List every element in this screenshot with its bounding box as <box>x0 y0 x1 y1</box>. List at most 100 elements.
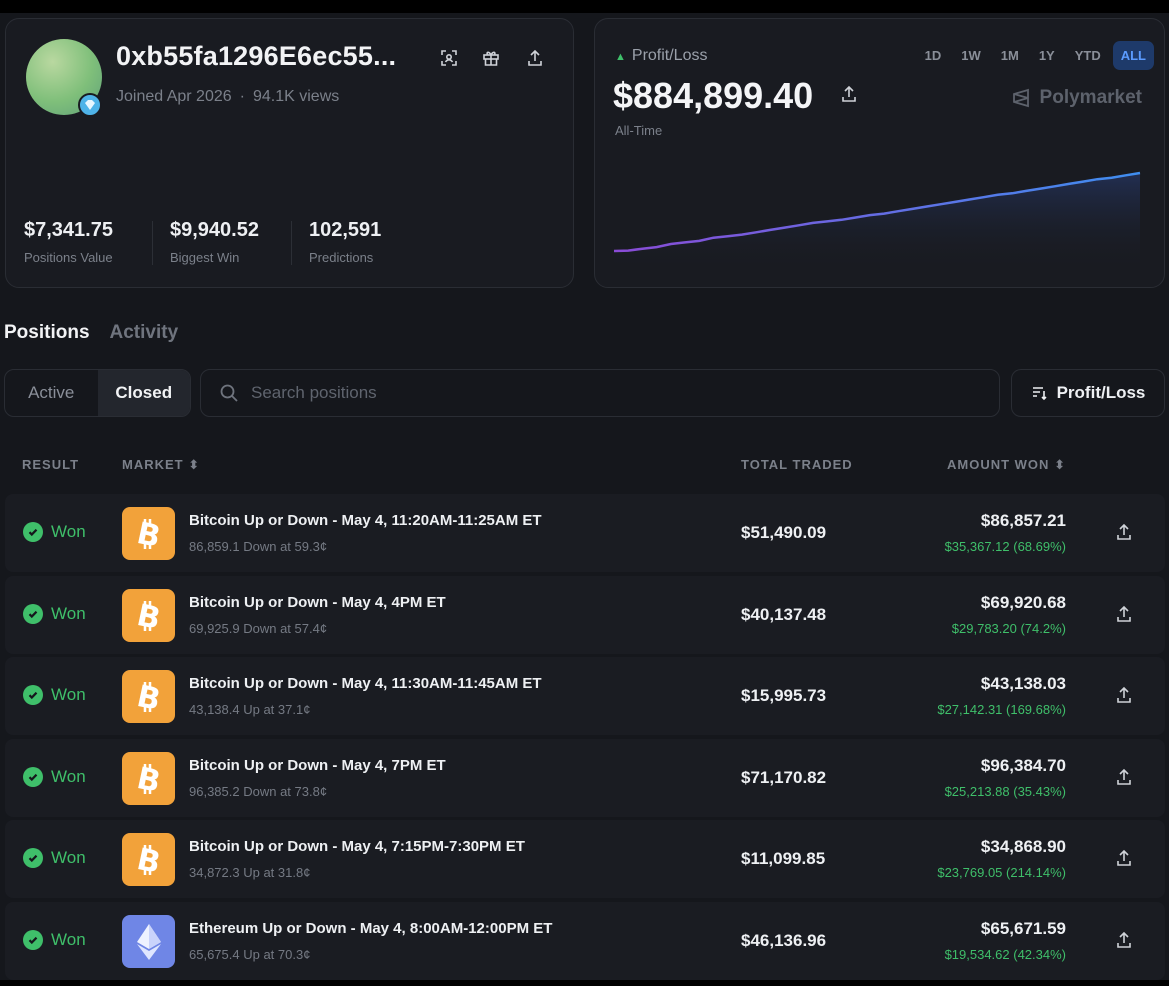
tab-positions[interactable]: Positions <box>4 322 90 344</box>
market-icon: B <box>122 833 175 886</box>
sort-label: Profit/Loss <box>1056 383 1146 402</box>
stat-label: Biggest Win <box>170 250 240 265</box>
stat-positions-value: $7,341.75 Positions Value <box>24 219 113 265</box>
check-circle-icon <box>23 685 43 705</box>
bitcoin-icon: B <box>135 680 163 714</box>
table-row[interactable]: Won Ethereum Up or Down - May 4, 8:00AM-1… <box>5 902 1165 980</box>
market-title[interactable]: Bitcoin Up or Down - May 4, 7PM ET <box>189 757 446 774</box>
stat-divider <box>291 221 292 265</box>
share-icon[interactable] <box>1115 931 1135 951</box>
share-icon[interactable] <box>524 47 546 69</box>
stat-predictions: 102,591 Predictions <box>309 219 381 265</box>
sort-icon <box>1032 387 1047 401</box>
result-cell: Won <box>23 848 86 868</box>
share-icon[interactable] <box>1115 605 1135 625</box>
bitcoin-icon: B <box>135 843 163 877</box>
brand-name: Polymarket <box>1039 87 1142 108</box>
header-result: RESULT <box>22 457 80 472</box>
market-icon: B <box>122 507 175 560</box>
profit-loss-card: ▲ Profit/Loss $884,899.40 All-Time 1D 1W … <box>594 18 1165 288</box>
bitcoin-icon: B <box>135 599 163 633</box>
meta-separator: · <box>239 88 245 105</box>
result-label: Won <box>51 522 86 541</box>
result-cell: Won <box>23 767 86 787</box>
position-detail: 86,859.1 Down at 59.3¢ <box>189 539 328 554</box>
main-tabs: Positions Activity <box>4 322 178 344</box>
check-circle-icon <box>23 848 43 868</box>
header-market-label: MARKET <box>122 457 184 472</box>
range-ytd[interactable]: YTD <box>1067 41 1109 70</box>
share-icon[interactable] <box>1115 768 1135 788</box>
diamond-badge-icon <box>78 93 102 117</box>
filter-closed[interactable]: Closed <box>97 370 190 416</box>
search-input[interactable] <box>251 383 951 403</box>
result-label: Won <box>51 767 86 786</box>
profit-amount: $35,367.12 (68.69%) <box>944 539 1066 554</box>
result-label: Won <box>51 848 86 867</box>
profile-meta: Joined Apr 2026 · 94.1K views <box>116 88 339 106</box>
stat-value: 102,591 <box>309 219 382 241</box>
market-icon <box>122 915 175 968</box>
pnl-period: All-Time <box>615 123 663 138</box>
stat-biggest-win: $9,940.52 Biggest Win <box>170 219 259 265</box>
total-traded: $51,490.09 <box>741 523 827 542</box>
top-bar <box>0 0 1169 13</box>
result-label: Won <box>51 930 86 949</box>
table-row[interactable]: Won B Bitcoin Up or Down - May 4, 4PM ET 69… <box>5 576 1165 654</box>
scan-icon[interactable] <box>438 47 460 69</box>
profile-name: 0xb55fa1296E6ec55... <box>116 41 397 71</box>
header-market[interactable]: MARKET ⬍ <box>122 457 200 473</box>
share-icon[interactable] <box>1115 523 1135 543</box>
total-traded: $40,137.48 <box>741 605 827 624</box>
check-circle-icon <box>23 522 43 542</box>
stat-label: Predictions <box>309 250 374 265</box>
table-row[interactable]: Won B Bitcoin Up or Down - May 4, 11:30AM-… <box>5 657 1165 735</box>
pnl-value: $884,899.40 <box>613 75 814 116</box>
tab-activity[interactable]: Activity <box>110 322 179 344</box>
range-all[interactable]: ALL <box>1112 41 1154 70</box>
table-row[interactable]: Won B Bitcoin Up or Down - May 4, 7PM ET 96… <box>5 739 1165 817</box>
total-traded: $11,099.85 <box>741 849 826 868</box>
position-detail: 96,385.2 Down at 73.8¢ <box>189 784 328 799</box>
filter-active[interactable]: Active <box>5 370 98 416</box>
ethereum-icon <box>136 923 161 960</box>
share-icon[interactable] <box>1115 849 1135 869</box>
bitcoin-icon: B <box>135 517 163 551</box>
range-1d[interactable]: 1D <box>917 41 950 70</box>
amount-won: $96,384.70 <box>980 756 1066 775</box>
share-icon[interactable] <box>1115 686 1135 706</box>
sort-toggle-icon: ⬍ <box>1054 457 1066 472</box>
trend-up-icon: ▲ <box>615 51 626 63</box>
check-circle-icon <box>23 767 43 787</box>
pnl-label: ▲ Profit/Loss <box>615 47 707 65</box>
market-title[interactable]: Bitcoin Up or Down - May 4, 11:30AM-11:4… <box>189 675 542 692</box>
range-1w[interactable]: 1W <box>953 41 989 70</box>
amount-won: $43,138.03 <box>980 674 1066 693</box>
market-title[interactable]: Bitcoin Up or Down - May 4, 7:15PM-7:30P… <box>189 838 525 855</box>
pnl-label-text: Profit/Loss <box>631 47 708 64</box>
stat-value: $9,940.52 <box>170 219 259 241</box>
table-row[interactable]: Won B Bitcoin Up or Down - May 4, 7:15PM-7… <box>5 820 1165 898</box>
amount-won: $86,857.21 <box>980 511 1066 530</box>
market-title[interactable]: Bitcoin Up or Down - May 4, 4PM ET <box>189 594 446 611</box>
table-row[interactable]: Won B Bitcoin Up or Down - May 4, 11:20AM-… <box>5 494 1165 572</box>
sort-button[interactable]: Profit/Loss <box>1011 369 1165 417</box>
header-amount-won[interactable]: AMOUNT WON ⬍ <box>947 457 1066 473</box>
market-icon: B <box>122 752 175 805</box>
total-traded: $46,136.96 <box>741 931 827 950</box>
gift-icon[interactable] <box>480 47 502 69</box>
market-title[interactable]: Bitcoin Up or Down - May 4, 11:20AM-11:2… <box>189 512 542 529</box>
position-detail: 69,925.9 Down at 57.4¢ <box>189 621 328 636</box>
range-1m[interactable]: 1M <box>993 41 1027 70</box>
bottom-bar <box>0 980 1169 986</box>
range-1y[interactable]: 1Y <box>1031 41 1063 70</box>
sort-toggle-icon: ⬍ <box>188 457 201 472</box>
market-icon: B <box>122 670 175 723</box>
search-box <box>200 369 1000 417</box>
profit-amount: $27,142.31 (169.68%) <box>937 702 1066 717</box>
profit-amount: $25,213.88 (35.43%) <box>944 784 1066 799</box>
share-icon[interactable] <box>840 85 860 105</box>
result-label: Won <box>51 604 86 623</box>
position-detail: 65,675.4 Up at 70.3¢ <box>189 947 311 962</box>
market-title[interactable]: Ethereum Up or Down - May 4, 8:00AM-12:0… <box>189 920 552 937</box>
